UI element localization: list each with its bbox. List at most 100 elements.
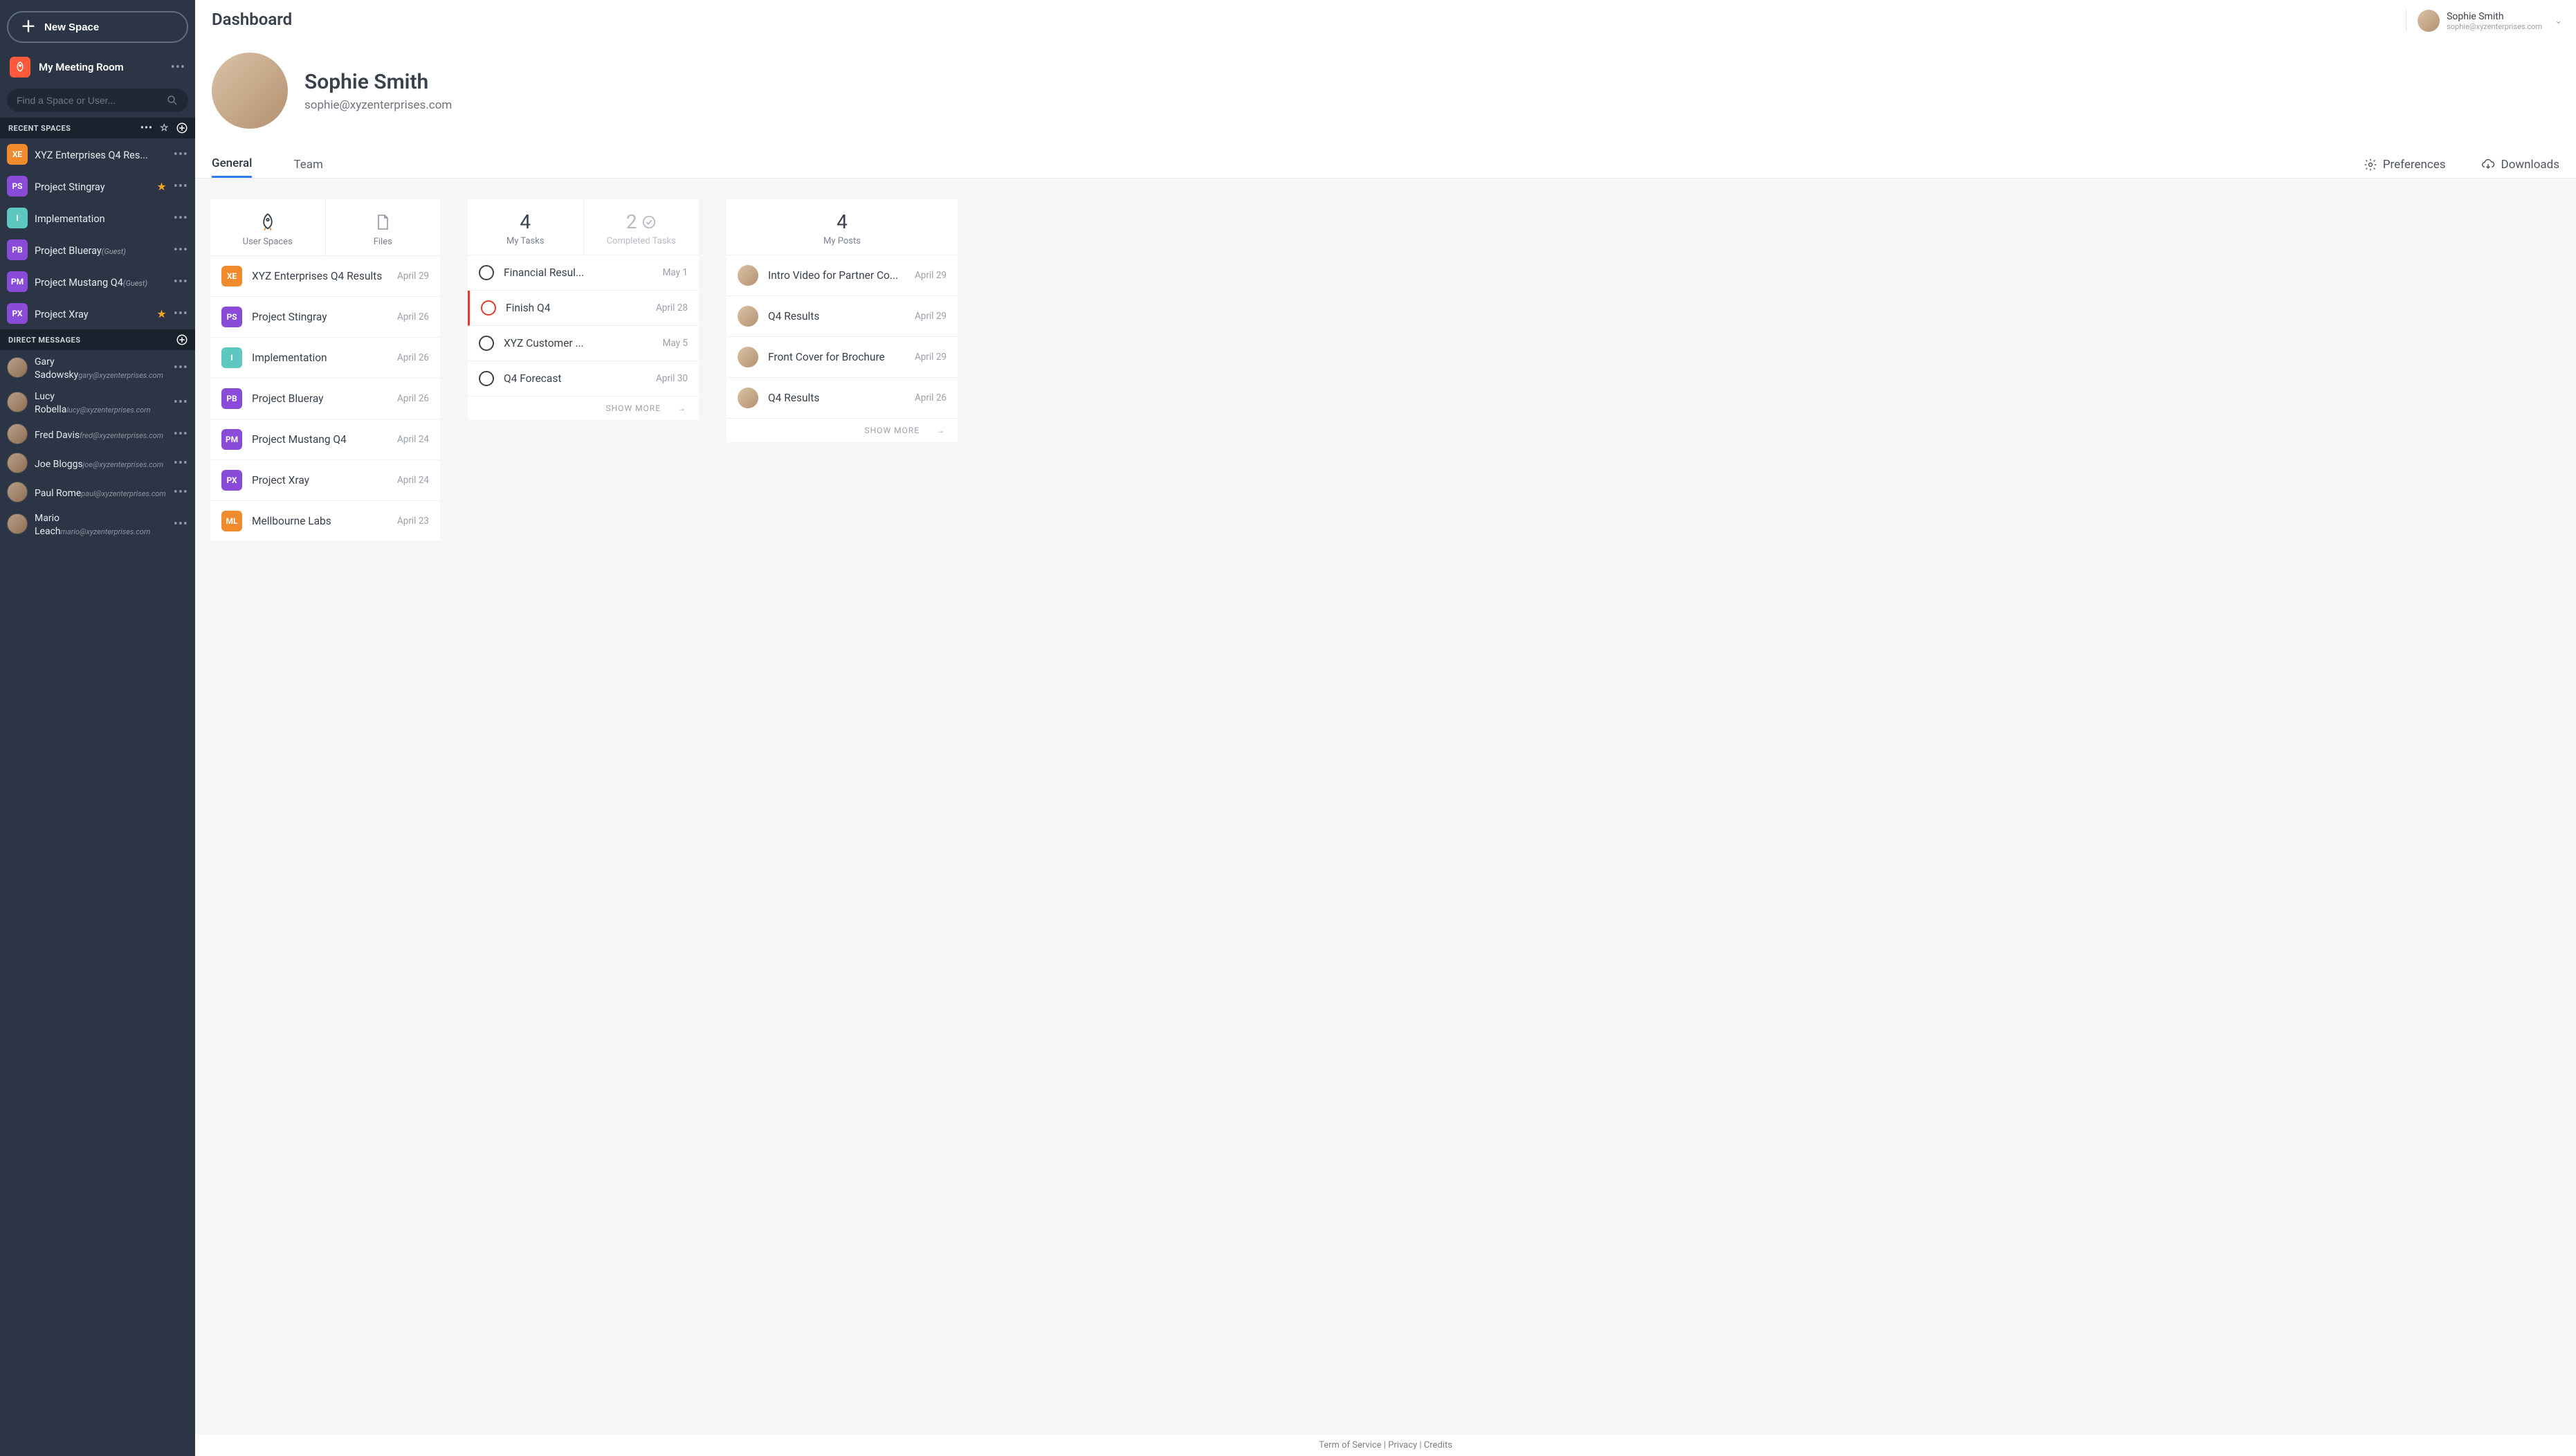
user-spaces-head[interactable]: User Spaces (210, 199, 325, 256)
direct-message-item[interactable]: Joe Bloggsjoe@xyzenterprises.com••• (0, 448, 195, 477)
post-row[interactable]: Q4 ResultsApril 26 (727, 378, 958, 419)
direct-more-icon[interactable]: ••• (174, 485, 188, 500)
post-row[interactable]: Q4 Results April 29 (727, 296, 958, 337)
sidebar-space-item[interactable]: XEXYZ Enterprises Q4 Res...••• (0, 138, 195, 170)
task-checkbox[interactable] (481, 300, 496, 316)
user-space-row[interactable]: MLMellbourne LabsApril 23 (210, 501, 440, 542)
search-icon[interactable] (166, 94, 179, 107)
file-icon (374, 210, 391, 234)
space-badge: XE (221, 266, 242, 286)
row-label: Project Xray (252, 474, 390, 486)
task-date: May 1 (663, 267, 688, 278)
space-more-icon[interactable]: ••• (174, 179, 188, 194)
user-space-row[interactable]: IImplementationApril 26 (210, 338, 440, 379)
task-row[interactable]: Financial Resul... May 1 (468, 255, 699, 291)
task-checkbox[interactable] (479, 371, 494, 386)
space-more-icon[interactable]: ••• (174, 307, 188, 321)
post-date: April 29 (915, 352, 947, 363)
sidebar-space-item[interactable]: PSProject Stingray★••• (0, 170, 195, 202)
chevron-down-icon: ⌄ (2555, 16, 2562, 26)
user-space-row[interactable]: PBProject BluerayApril 26 (210, 379, 440, 419)
sidebar-space-item[interactable]: IImplementation••• (0, 202, 195, 234)
direct-message-item[interactable]: Gary Sadowskygary@xyzenterprises.com••• (0, 350, 195, 385)
space-badge: PX (7, 303, 28, 324)
completed-tasks-head[interactable]: 2 Completed Tasks (583, 199, 700, 255)
post-label: Q4 Results (768, 310, 908, 322)
task-checkbox[interactable] (479, 265, 494, 280)
direct-more-icon[interactable]: ••• (174, 395, 188, 410)
preferences-button[interactable]: Preferences (2364, 158, 2446, 172)
user-space-row[interactable]: PMProject Mustang Q4April 24 (210, 419, 440, 460)
search-input[interactable] (17, 95, 166, 106)
task-date: April 30 (656, 373, 688, 384)
account-menu[interactable]: Sophie Smith sophie@xyzenterprises.com ⌄ (2406, 10, 2562, 32)
user-space-row[interactable]: PXProject XrayApril 24 (210, 460, 440, 501)
space-badge: XE (7, 144, 28, 165)
avatar (7, 424, 28, 444)
task-row[interactable]: Finish Q4 April 28 (468, 291, 699, 326)
space-more-icon[interactable]: ••• (174, 275, 188, 289)
profile-email: sophie@xyzenterprises.com (304, 98, 452, 112)
search-bar[interactable] (7, 89, 188, 112)
footer-tos-link[interactable]: Term of Service (1319, 1440, 1382, 1450)
add-direct-icon[interactable] (176, 334, 188, 346)
direct-email: paul@xyzenterprises.com (81, 489, 165, 498)
task-label: Financial Resul... (504, 266, 656, 279)
star-icon[interactable]: ★ (156, 180, 166, 193)
my-posts-head[interactable]: 4 My Posts (727, 199, 958, 255)
rocket-icon (10, 57, 30, 78)
row-label: Project Blueray (252, 392, 390, 405)
direct-more-icon[interactable]: ••• (174, 427, 188, 442)
new-space-button[interactable]: ＋ New Space (7, 11, 188, 43)
dashboard-panels: User Spaces Files XEXYZ Enterprises Q4 R… (195, 179, 2576, 1435)
sidebar-space-item[interactable]: PMProject Mustang Q4(Guest)••• (0, 266, 195, 298)
task-checkbox[interactable] (479, 336, 494, 351)
footer-credits-link[interactable]: Credits (1424, 1440, 1452, 1450)
post-date: April 29 (915, 270, 947, 281)
downloads-button[interactable]: Downloads (2481, 158, 2559, 172)
space-more-icon[interactable]: ••• (174, 211, 188, 226)
tasks-show-more[interactable]: SHOW MORE → (468, 397, 699, 420)
my-meeting-room-item[interactable]: My Meeting Room ••• (0, 50, 195, 84)
space-badge: I (7, 208, 28, 228)
space-more-icon[interactable]: ••• (174, 243, 188, 257)
direct-email: mario@xyzenterprises.com (61, 527, 151, 536)
task-row[interactable]: Q4 ForecastApril 30 (468, 361, 699, 397)
space-name: Project Mustang Q4 (35, 277, 123, 289)
direct-message-item[interactable]: Fred Davisfred@xyzenterprises.com••• (0, 419, 195, 448)
task-label: Finish Q4 (506, 302, 649, 314)
direct-more-icon[interactable]: ••• (174, 361, 188, 375)
tab-general[interactable]: General (212, 151, 252, 178)
posts-show-more[interactable]: SHOW MORE → (727, 419, 958, 442)
row-date: April 26 (397, 393, 429, 404)
my-tasks-head[interactable]: 4 My Tasks (468, 199, 583, 255)
sidebar-space-item[interactable]: PBProject Blueray(Guest)••• (0, 234, 195, 266)
space-more-icon[interactable]: ••• (174, 147, 188, 162)
post-row[interactable]: Front Cover for BrochureApril 29 (727, 337, 958, 378)
user-space-row[interactable]: PSProject StingrayApril 26 (210, 297, 440, 338)
direct-name: Joe Bloggs (35, 459, 83, 470)
direct-messages-header: DIRECT MESSAGES (0, 329, 195, 350)
recent-spaces-more-icon[interactable]: ••• (140, 122, 153, 134)
direct-more-icon[interactable]: ••• (174, 517, 188, 531)
footer-privacy-link[interactable]: Privacy (1388, 1440, 1417, 1450)
direct-message-item[interactable]: Paul Romepaul@xyzenterprises.com••• (0, 477, 195, 507)
user-space-row[interactable]: XEXYZ Enterprises Q4 ResultsApril 29 (210, 256, 440, 297)
files-head[interactable]: Files (325, 199, 441, 256)
avatar (738, 388, 758, 408)
row-label: Mellbourne Labs (252, 515, 390, 527)
add-space-icon[interactable] (176, 122, 188, 134)
task-date: April 28 (656, 302, 688, 313)
direct-more-icon[interactable]: ••• (174, 456, 188, 471)
direct-message-item[interactable]: Lucy Robellalucy@xyzenterprises.com••• (0, 385, 195, 419)
tab-team[interactable]: Team (293, 152, 323, 177)
direct-message-item[interactable]: Mario Leachmario@xyzenterprises.com••• (0, 507, 195, 541)
star-outline-icon[interactable]: ☆ (160, 122, 169, 134)
space-badge: PM (221, 429, 242, 450)
star-icon[interactable]: ★ (156, 307, 166, 320)
task-row[interactable]: XYZ Customer ...May 5 (468, 326, 699, 361)
meeting-room-more-icon[interactable]: ••• (171, 60, 185, 75)
post-date: April 29 (915, 311, 947, 322)
post-row[interactable]: Intro Video for Partner Co...April 29 (727, 255, 958, 296)
sidebar-space-item[interactable]: PXProject Xray★••• (0, 298, 195, 329)
